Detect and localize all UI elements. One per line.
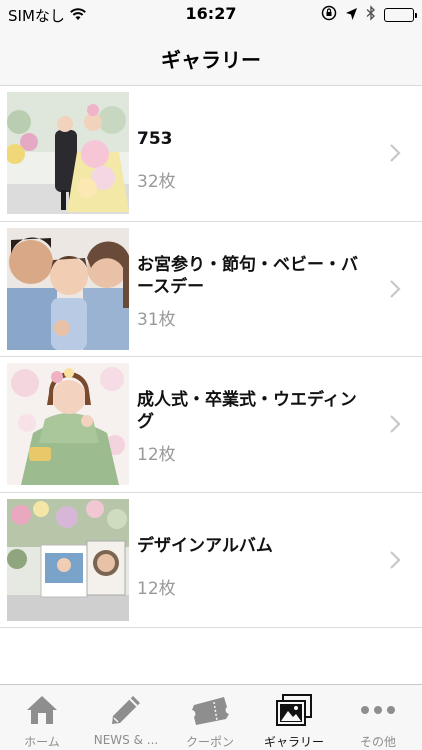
orientation-lock-icon (321, 5, 337, 25)
tab-news[interactable]: NEWS & ... (84, 685, 168, 750)
gallery-item-name: 753 (137, 129, 173, 149)
gallery-item-name-line2: ースデー (137, 276, 205, 297)
gallery-item-count: 31枚 (137, 309, 176, 330)
tab-bar: ホーム NEWS & ... クーポン ギャラリー その他 (0, 684, 422, 750)
photo-kimono-thumbnail (7, 363, 129, 485)
photo-753-thumbnail (7, 92, 129, 214)
gallery-item-count: 12枚 (137, 445, 176, 465)
tab-home[interactable]: ホーム (0, 685, 84, 750)
gallery-icon (276, 694, 312, 726)
tab-label: その他 (359, 735, 396, 749)
navigation-bar: ギャラリー (0, 30, 422, 86)
ticket-icon (192, 697, 229, 725)
location-arrow-icon (345, 6, 358, 25)
gallery-item-name-line1: 成人式・卒業式・ウエディン (137, 390, 357, 410)
home-icon (27, 696, 57, 724)
tab-label: NEWS & ... (93, 733, 159, 747)
gallery-item-name: 成人式・卒業式・ウエディン グ (137, 389, 372, 433)
photo-album-thumbnail (7, 498, 129, 621)
gallery-item-ceremony[interactable]: 成人式・卒業式・ウエディン グ 12枚 (0, 357, 422, 493)
tab-label: クーポン (185, 735, 234, 749)
tab-gallery[interactable]: ギャラリー (252, 685, 336, 750)
gallery-item-name-line2: グ (137, 412, 154, 432)
tab-label: ギャラリー (263, 735, 324, 749)
battery-icon (384, 8, 417, 22)
tab-label: ホーム (24, 735, 60, 749)
status-bar: SIMなし 16:27 (0, 0, 422, 30)
bluetooth-icon (366, 5, 376, 25)
tab-coupon[interactable]: クーポン (168, 685, 252, 750)
chevron-right-icon (390, 415, 401, 433)
page-title: ギャラリー (161, 48, 261, 72)
tab-more[interactable]: その他 (336, 685, 420, 750)
gallery-item-753[interactable]: 753 32枚 (0, 86, 422, 222)
gallery-item-design-album[interactable]: デザインアルバム 12枚 (0, 493, 422, 628)
gallery-item-baby[interactable]: お宮参り・節句・ベビー・バ ースデー 31枚 (0, 222, 422, 357)
gallery-item-name: デザインアルバム (137, 535, 273, 556)
more-icon (361, 706, 395, 714)
pencil-icon (112, 696, 140, 724)
chevron-right-icon (390, 279, 401, 298)
gallery-item-count: 12枚 (137, 578, 176, 599)
gallery-item-name-line1: お宮参り・節句・ベビー・バ (137, 254, 358, 275)
gallery-item-count: 32枚 (137, 172, 176, 192)
gallery-item-name: お宮参り・節句・ベビー・バ ースデー (137, 254, 372, 298)
chevron-right-icon (390, 550, 401, 569)
gallery-list: 753 32枚 お宮参り・節句・ベビー・バ ースデー 31枚 成人式・卒業式・ウ… (0, 86, 422, 628)
photo-baby-thumbnail (7, 227, 129, 350)
chevron-right-icon (390, 144, 401, 162)
